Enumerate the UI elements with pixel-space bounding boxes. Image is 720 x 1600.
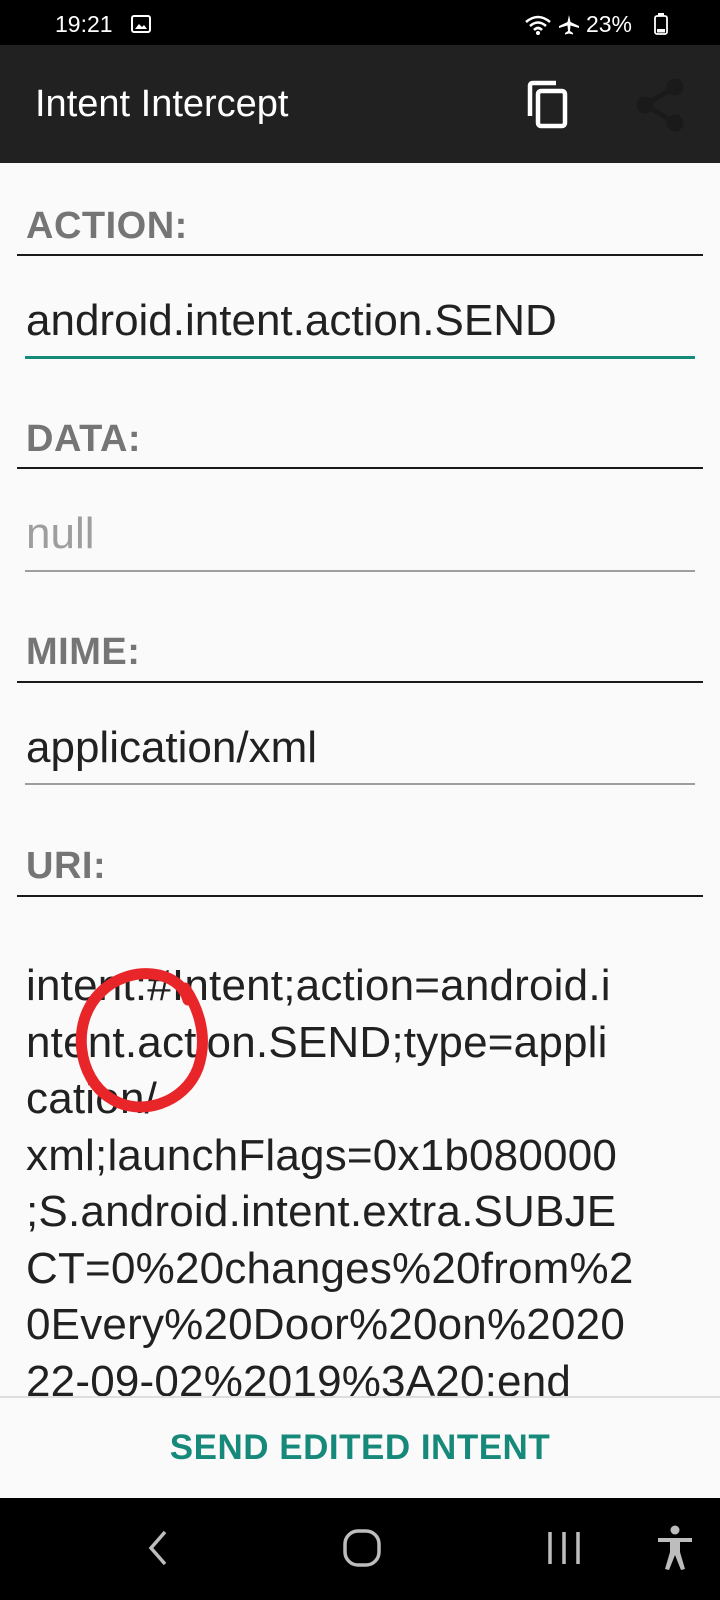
wifi-icon xyxy=(525,15,551,35)
recents-icon xyxy=(548,1532,580,1564)
recents-button[interactable] xyxy=(534,1518,594,1578)
status-time: 19:21 xyxy=(55,11,113,37)
data-label: DATA: xyxy=(26,418,142,460)
data-field[interactable]: null xyxy=(26,509,95,559)
app-bar: Intent Intercept xyxy=(0,45,720,163)
action-divider xyxy=(17,254,703,256)
gallery-notification-icon xyxy=(131,15,151,33)
home-button[interactable] xyxy=(332,1518,392,1578)
home-icon xyxy=(343,1529,381,1567)
airplane-mode-icon xyxy=(558,14,579,34)
mime-divider xyxy=(17,681,703,683)
accessibility-icon xyxy=(658,1525,692,1570)
action-field[interactable]: android.intent.action.SEND xyxy=(26,296,557,346)
share-button[interactable] xyxy=(630,75,690,135)
mime-field[interactable]: application/xml xyxy=(26,723,317,773)
battery-percent: 23% xyxy=(585,11,632,37)
copy-button[interactable] xyxy=(518,75,578,135)
bottom-bar: SEND EDITED INTENT xyxy=(0,1396,720,1498)
navigation-bar xyxy=(0,1498,720,1600)
share-icon xyxy=(636,78,684,132)
send-edited-intent-button[interactable]: SEND EDITED INTENT xyxy=(0,1398,720,1498)
mime-field-underline xyxy=(25,783,695,785)
uri-divider xyxy=(17,895,703,897)
data-divider xyxy=(17,467,703,469)
status-bar: 19:21 23% xyxy=(0,0,720,45)
data-field-underline xyxy=(25,570,695,572)
intent-details: ACTION: android.intent.action.SEND DATA:… xyxy=(0,163,720,1396)
status-indicators: 23% xyxy=(524,11,632,38)
action-label: ACTION: xyxy=(26,205,188,247)
mime-label: MIME: xyxy=(26,631,141,673)
uri-label: URI: xyxy=(26,845,107,887)
accessibility-button[interactable] xyxy=(645,1518,705,1578)
app-title: Intent Intercept xyxy=(35,83,289,125)
battery-icon xyxy=(654,13,668,35)
back-button[interactable] xyxy=(128,1518,188,1578)
back-icon xyxy=(148,1530,167,1566)
copy-icon xyxy=(527,80,568,129)
action-field-underline xyxy=(25,356,695,359)
uri-field[interactable]: intent:#Intent;action=android.i ntent.ac… xyxy=(26,958,701,1396)
